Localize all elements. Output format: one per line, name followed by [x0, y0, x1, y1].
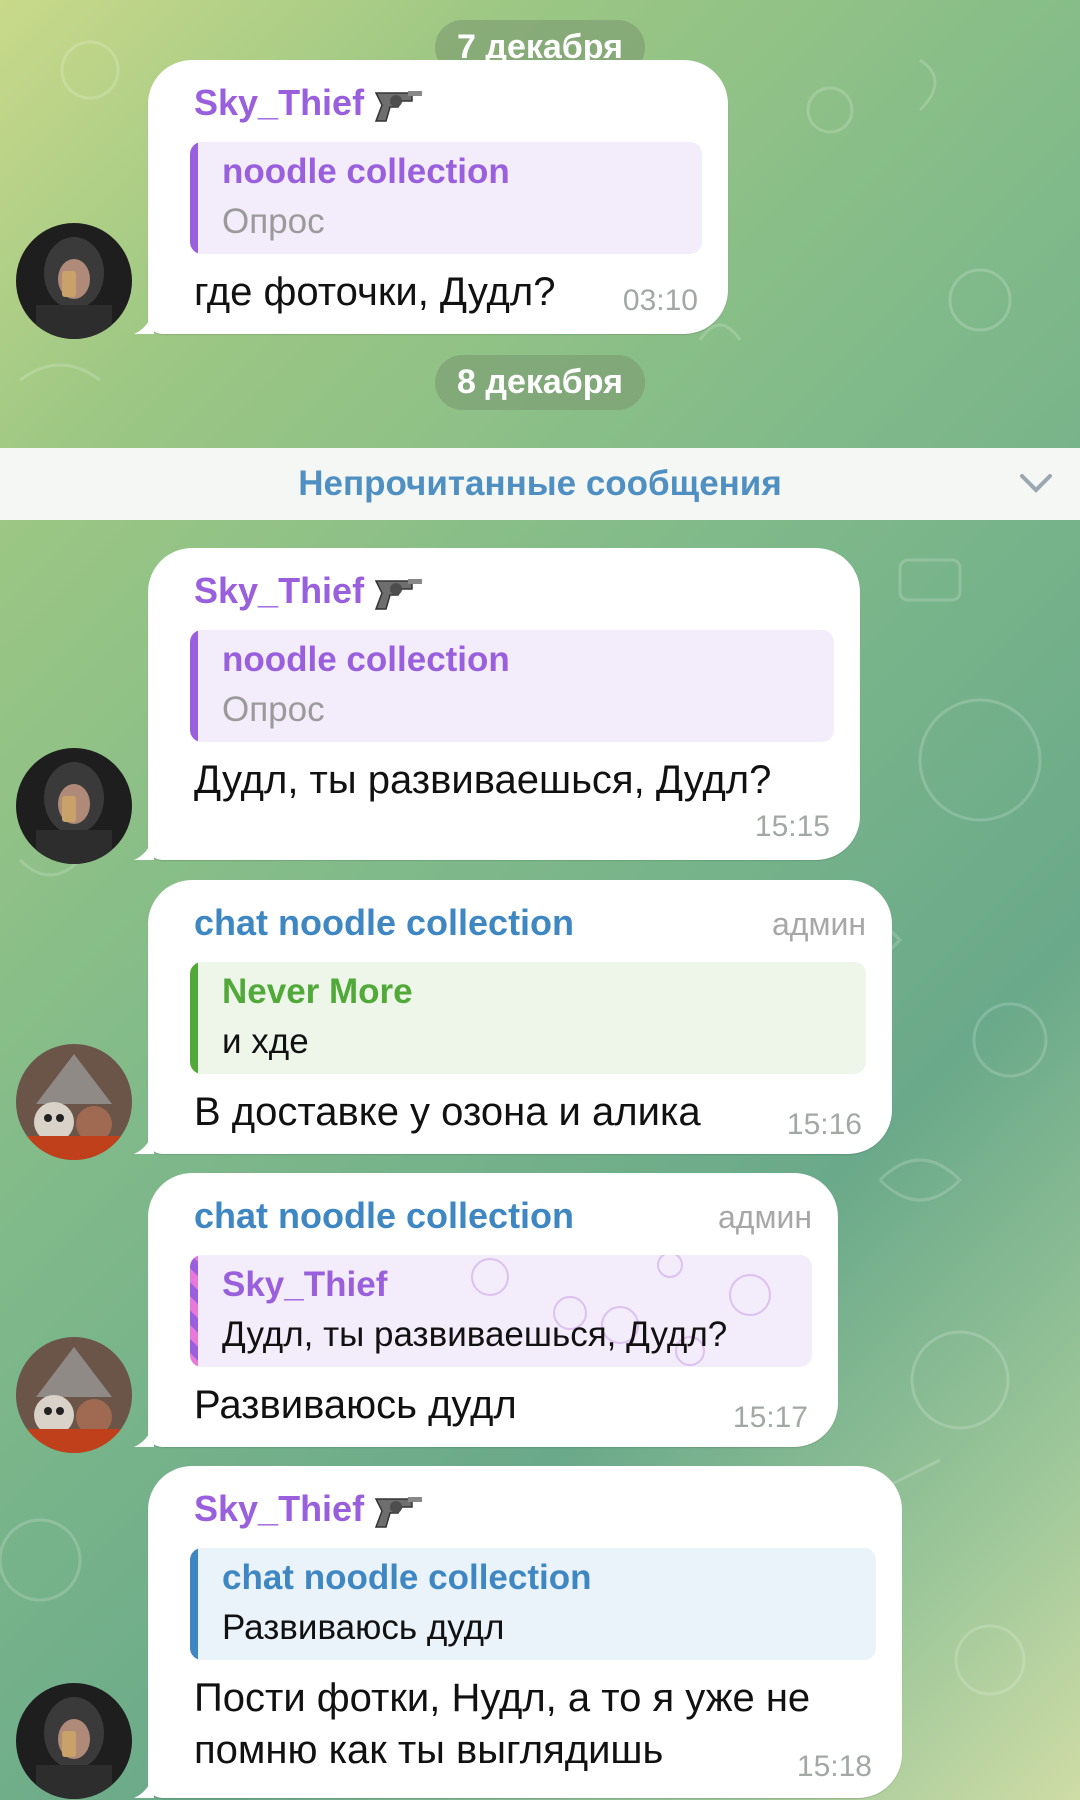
reply-text: Развиваюсь дудл: [222, 1608, 505, 1647]
reply-text: Опрос: [222, 690, 325, 729]
reply-preview[interactable]: chat noodle collection Развиваюсь дудл: [190, 1548, 876, 1660]
admin-badge: админ: [717, 1199, 812, 1235]
message-bubble[interactable]: Sky_Thief noodle collection Опрос Дудл, …: [134, 548, 860, 860]
message-text: Дудл, ты развиваешься, Дудл?: [194, 758, 772, 802]
reply-text: и хде: [222, 1022, 309, 1061]
reply-title: Never More: [222, 972, 413, 1011]
message-time: 15:16: [786, 1108, 862, 1141]
sender-name[interactable]: Sky_Thief: [194, 1488, 424, 1530]
message-text: где фоточки, Дудл?: [194, 270, 556, 314]
message-text: В доставке у озона и алика: [194, 1090, 701, 1134]
message-text: Развиваюсь дудл: [194, 1383, 517, 1427]
unread-messages-label: Непрочитанные сообщения: [298, 464, 782, 503]
date-separator: 8 декабря: [435, 355, 645, 410]
avatar[interactable]: [16, 223, 132, 339]
reply-preview[interactable]: noodle collection Опрос: [190, 142, 702, 254]
reply-preview[interactable]: Sky_Thief Дудл, ты развиваешься, Дудл?: [190, 1255, 812, 1367]
revolver-icon: [374, 1497, 423, 1528]
unread-messages-divider: Непрочитанные сообщения: [0, 448, 1080, 520]
avatar[interactable]: [16, 1683, 132, 1799]
message-time: 15:17: [732, 1401, 808, 1434]
reply-title: noodle collection: [222, 152, 510, 191]
admin-badge: админ: [771, 906, 866, 942]
reply-title: Sky_Thief: [222, 1265, 388, 1304]
message-time: 15:15: [754, 810, 830, 843]
reply-preview[interactable]: noodle collection Опрос: [190, 630, 834, 742]
message-text: помню как ты выглядишь: [194, 1728, 664, 1772]
revolver-icon: [374, 579, 423, 610]
revolver-icon: [374, 91, 423, 122]
chevron-down-icon[interactable]: [1018, 468, 1054, 503]
reply-preview[interactable]: Never More и хде: [190, 962, 866, 1074]
sender-name[interactable]: chat noodle collection: [194, 1195, 574, 1237]
reply-title: noodle collection: [222, 640, 510, 679]
message-time: 03:10: [622, 284, 698, 317]
avatar[interactable]: [16, 1337, 132, 1453]
reply-text: Дудл, ты развиваешься, Дудл?: [222, 1315, 728, 1354]
message-bubble[interactable]: chat noodle collection админ Sky_Thief Д…: [134, 1173, 838, 1447]
message-text: Пости фотки, Нудл, а то я уже не: [194, 1676, 811, 1720]
sender-name[interactable]: Sky_Thief: [194, 82, 424, 124]
avatar[interactable]: [16, 1044, 132, 1160]
message-bubble[interactable]: Sky_Thief noodle collection Опрос где фо…: [134, 60, 728, 334]
message-time: 15:18: [796, 1750, 872, 1783]
message-bubble[interactable]: Sky_Thief chat noodle collection Развива…: [134, 1466, 902, 1798]
reply-text: Опрос: [222, 202, 325, 241]
avatar[interactable]: [16, 748, 132, 864]
reply-title: chat noodle collection: [222, 1558, 592, 1597]
sender-name[interactable]: chat noodle collection: [194, 902, 574, 944]
message-bubble[interactable]: chat noodle collection админ Never More …: [134, 880, 892, 1154]
sender-name[interactable]: Sky_Thief: [194, 570, 424, 612]
